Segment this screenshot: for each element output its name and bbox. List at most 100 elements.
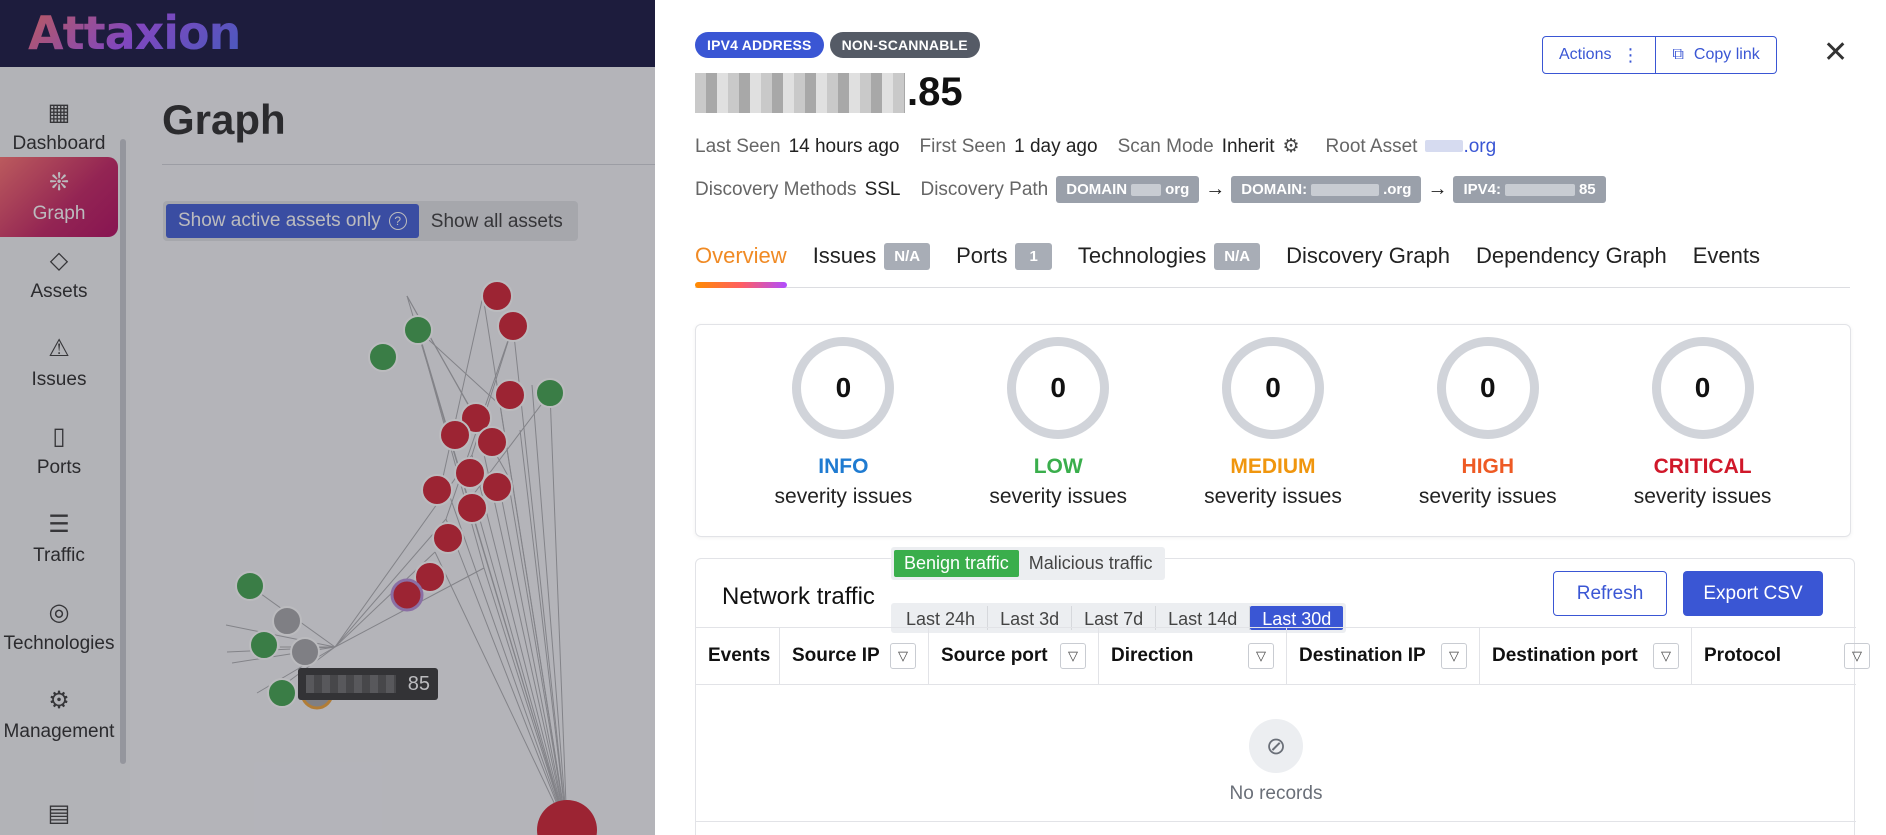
close-icon[interactable]: ✕ bbox=[1823, 38, 1848, 68]
sidebar-item-more[interactable]: ▤ bbox=[0, 797, 118, 835]
sidebar-item-traffic[interactable]: ☰ Traffic bbox=[0, 499, 118, 579]
severity-label: INFO bbox=[818, 455, 869, 478]
column-direction[interactable]: Direction ▽ bbox=[1099, 628, 1287, 684]
network-traffic-title: Network traffic bbox=[722, 583, 875, 610]
severity-count-ring: 0 bbox=[792, 337, 895, 439]
column-source-ip[interactable]: Source IP ▽ bbox=[780, 628, 929, 684]
sidebar-item-label: Issues bbox=[31, 369, 87, 390]
tab-dependency-graph[interactable]: Dependency Graph bbox=[1476, 236, 1667, 276]
filter-icon[interactable]: ▽ bbox=[890, 643, 916, 669]
sidebar-item-dashboard[interactable]: ▦ Dashboard bbox=[0, 87, 118, 167]
severity-count-ring: 0 bbox=[1007, 337, 1110, 439]
dashboard-icon: ▦ bbox=[47, 99, 71, 126]
benign-traffic-button[interactable]: Benign traffic bbox=[894, 550, 1019, 577]
tab-discovery-graph[interactable]: Discovery Graph bbox=[1286, 236, 1450, 276]
severity-low[interactable]: 0 LOW severity issues bbox=[978, 337, 1138, 536]
redacted-ip bbox=[695, 72, 905, 113]
severity-sublabel: severity issues bbox=[1204, 485, 1342, 508]
page-title: Graph bbox=[162, 96, 286, 143]
sidebar-item-management[interactable]: ⚙ Management bbox=[0, 675, 118, 755]
filter-icon[interactable]: ▽ bbox=[1441, 643, 1467, 669]
severity-count-ring: 0 bbox=[1651, 337, 1754, 439]
traffic-icon: ☰ bbox=[48, 511, 70, 538]
clipboard-icon: ▤ bbox=[47, 800, 71, 827]
sidebar-item-technologies[interactable]: ◎ Technologies bbox=[0, 587, 118, 667]
divider bbox=[696, 821, 1856, 822]
gear-icon: ⚙ bbox=[48, 687, 70, 714]
asset-badges: IPV4 ADDRESS NON-SCANNABLE bbox=[695, 32, 980, 58]
column-events[interactable]: Events bbox=[696, 628, 780, 684]
discovery-path-step[interactable]: DOMAIN org bbox=[1056, 176, 1200, 203]
severity-summary: 0 INFO severity issues 0 LOW severity is… bbox=[695, 324, 1851, 537]
discovery-path-step[interactable]: IPV4: 85 bbox=[1453, 176, 1606, 203]
tab-overview[interactable]: Overview bbox=[695, 236, 787, 288]
filter-icon[interactable]: ▽ bbox=[1653, 643, 1679, 669]
sidebar: ▦ Dashboard ❊ Graph ◇ Assets ⚠ Issues ▯ … bbox=[0, 67, 130, 835]
traffic-table-header: Events Source IP ▽ Source port ▽ Direction… bbox=[696, 627, 1870, 685]
severity-critical[interactable]: 0 CRITICAL severity issues bbox=[1623, 337, 1783, 536]
filter-icon[interactable]: ▽ bbox=[1060, 643, 1086, 669]
tab-issues[interactable]: Issues N/A bbox=[813, 236, 931, 276]
asset-graph[interactable] bbox=[130, 250, 660, 835]
asset-tabs: Overview Issues N/A Ports 1 Technologies N/… bbox=[695, 236, 1850, 288]
malicious-traffic-button[interactable]: Malicious traffic bbox=[1019, 550, 1163, 577]
column-destination-ip[interactable]: Destination IP ▽ bbox=[1287, 628, 1480, 684]
filter-icon[interactable]: ▽ bbox=[1844, 643, 1870, 669]
sidebar-scrollbar[interactable] bbox=[120, 139, 126, 764]
severity-high[interactable]: 0 HIGH severity issues bbox=[1408, 337, 1568, 536]
app-background: Attaxion ▦ Dashboard ❊ Graph ◇ Assets ⚠ … bbox=[0, 0, 660, 835]
sidebar-item-label: Technologies bbox=[3, 633, 115, 654]
severity-label: MEDIUM bbox=[1230, 455, 1316, 478]
tab-technologies[interactable]: Technologies N/A bbox=[1078, 236, 1261, 276]
more-vertical-icon: ⋮ bbox=[1621, 45, 1640, 65]
sidebar-item-label: Ports bbox=[36, 457, 82, 478]
empty-state-text: No records bbox=[1229, 783, 1323, 804]
header-actions: Actions ⋮ ⧉ Copy link bbox=[1542, 36, 1777, 74]
root-asset-link[interactable]: .org bbox=[1425, 136, 1496, 158]
sidebar-item-label: Graph bbox=[32, 203, 86, 224]
settings-icon[interactable]: ⚙ bbox=[1283, 135, 1300, 158]
tab-ports[interactable]: Ports 1 bbox=[956, 236, 1052, 276]
severity-sublabel: severity issues bbox=[774, 485, 913, 508]
severity-count-ring: 0 bbox=[1221, 337, 1324, 439]
tab-events[interactable]: Events bbox=[1693, 236, 1760, 276]
actions-button[interactable]: Actions ⋮ bbox=[1542, 36, 1657, 74]
port-icon: ▯ bbox=[52, 423, 66, 450]
sidebar-item-label: Management bbox=[3, 721, 115, 742]
show-active-assets-button[interactable]: Show active assets only ? bbox=[166, 204, 419, 238]
help-icon[interactable]: ? bbox=[388, 212, 407, 230]
column-protocol[interactable]: Protocol ▽ bbox=[1692, 628, 1870, 684]
tab-count-badge: N/A bbox=[1214, 242, 1261, 270]
severity-medium[interactable]: 0 MEDIUM severity issues bbox=[1193, 337, 1353, 536]
attaxion-logo[interactable]: Attaxion bbox=[28, 6, 241, 60]
column-source-port[interactable]: Source port ▽ bbox=[929, 628, 1099, 684]
export-csv-button[interactable]: Export CSV bbox=[1683, 571, 1823, 616]
sidebar-item-ports[interactable]: ▯ Ports bbox=[0, 411, 118, 491]
asset-type-badge: IPV4 ADDRESS bbox=[695, 32, 824, 58]
column-destination-port[interactable]: Destination port ▽ bbox=[1480, 628, 1692, 684]
asset-title: .85 bbox=[695, 70, 963, 115]
network-traffic-panel: Network traffic Benign traffic Malicious… bbox=[695, 547, 1870, 835]
scannable-badge: NON-SCANNABLE bbox=[829, 32, 980, 58]
copy-link-button[interactable]: ⧉ Copy link bbox=[1656, 36, 1777, 74]
severity-info[interactable]: 0 INFO severity issues bbox=[763, 337, 923, 536]
top-bar: Attaxion bbox=[0, 0, 660, 67]
tab-count-badge: 1 bbox=[1015, 242, 1052, 270]
discovery-methods-value: SSL bbox=[864, 178, 901, 200]
show-all-assets-button[interactable]: Show all assets bbox=[419, 204, 575, 238]
severity-label: CRITICAL bbox=[1653, 455, 1752, 478]
layers-icon: ◇ bbox=[49, 247, 69, 274]
first-seen-value: 1 day ago bbox=[1014, 135, 1098, 157]
graph-node-label: 85 bbox=[298, 668, 438, 700]
sidebar-item-issues[interactable]: ⚠ Issues bbox=[0, 323, 118, 403]
severity-sublabel: severity issues bbox=[989, 485, 1128, 508]
discovery-path-step[interactable]: DOMAIN: .org bbox=[1231, 176, 1422, 203]
refresh-button[interactable]: Refresh bbox=[1553, 571, 1667, 616]
empty-state: ⊘ No records bbox=[696, 719, 1856, 805]
severity-label: HIGH bbox=[1461, 455, 1515, 478]
filter-icon[interactable]: ▽ bbox=[1248, 643, 1274, 669]
sidebar-item-assets[interactable]: ◇ Assets bbox=[0, 235, 118, 315]
sidebar-item-graph[interactable]: ❊ Graph bbox=[0, 157, 118, 237]
warning-icon: ⚠ bbox=[48, 335, 70, 362]
severity-sublabel: severity issues bbox=[1418, 485, 1557, 508]
